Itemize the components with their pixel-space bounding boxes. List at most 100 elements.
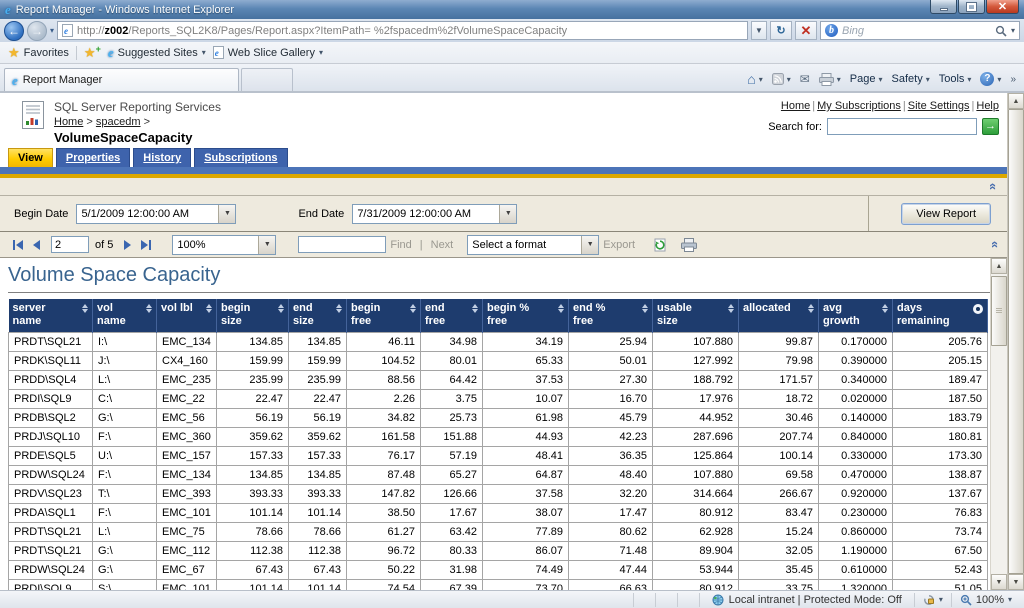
page-menu[interactable]: Page▾	[850, 73, 883, 85]
sort-icon[interactable]	[882, 302, 888, 313]
next-page-button[interactable]	[119, 238, 136, 252]
home-button[interactable]: ⌂▾	[747, 73, 762, 85]
sort-icon[interactable]	[410, 302, 416, 313]
page-scrollbar[interactable]: ▲ ▼	[1007, 93, 1024, 590]
safety-menu[interactable]: Safety▾	[892, 73, 930, 85]
zoom-select[interactable]: 100% ▼	[172, 235, 276, 255]
search-icon[interactable]	[995, 25, 1007, 37]
column-header-end-pct-free[interactable]: end % free	[569, 299, 653, 333]
page-number-input[interactable]	[51, 236, 89, 253]
sort-icon[interactable]	[808, 302, 814, 313]
scrollbar-track[interactable]	[1008, 109, 1024, 574]
search-options-dropdown-icon[interactable]: ▾	[1011, 26, 1015, 35]
back-button[interactable]: ←	[4, 21, 24, 41]
column-header-vol-lbl[interactable]: vol lbl	[157, 299, 217, 333]
add-favorite-button[interactable]: ★+	[84, 45, 101, 61]
scroll-down-icon[interactable]: ▼	[991, 574, 1007, 590]
column-header-begin-free[interactable]: begin free	[347, 299, 421, 333]
tab-properties[interactable]: Properties	[56, 148, 130, 167]
stop-button[interactable]: ✕	[795, 21, 817, 40]
tab-view[interactable]: View	[8, 148, 53, 167]
column-header-begin-pct-free[interactable]: begin % free	[483, 299, 569, 333]
sort-icon[interactable]	[642, 302, 648, 313]
web-slice-gallery-button[interactable]: eWeb Slice Gallery▾	[213, 46, 323, 59]
address-input[interactable]: e http://z002/Reports_SQL2K8/Pages/Repor…	[57, 21, 748, 40]
column-header-end-free[interactable]: end free	[421, 299, 483, 333]
next-link[interactable]: Next	[431, 239, 454, 251]
tab-subscriptions[interactable]: Subscriptions	[194, 148, 287, 167]
protected-mode-button[interactable]: ▾	[915, 593, 952, 607]
browser-tab-report-manager[interactable]: e Report Manager	[4, 68, 239, 91]
read-mail-button[interactable]: ✉	[800, 72, 810, 86]
sort-icon[interactable]	[472, 302, 478, 313]
sort-icon[interactable]	[728, 302, 734, 313]
report-scrollbar[interactable]: ▲ ▼	[990, 258, 1007, 590]
nav-link-my-subscriptions[interactable]: My Subscriptions	[810, 100, 901, 112]
sort-icon[interactable]	[82, 302, 88, 313]
scrollbar-track[interactable]	[991, 274, 1007, 574]
sort-active-icon[interactable]	[973, 304, 983, 314]
column-header-vol-name[interactable]: vol name	[93, 299, 157, 333]
first-page-button[interactable]	[8, 238, 28, 252]
site-search-input[interactable]	[827, 118, 977, 135]
sort-icon[interactable]	[558, 302, 564, 313]
begin-date-select[interactable]: 5/1/2009 12:00:00 AM ▼	[76, 204, 236, 224]
end-date-select[interactable]: 7/31/2009 12:00:00 AM ▼	[352, 204, 517, 224]
breadcrumb-folder-link[interactable]: spacedm	[96, 116, 141, 128]
format-select[interactable]: Select a format ▼	[467, 235, 599, 255]
refresh-button[interactable]: ↻	[770, 21, 792, 40]
title-bar[interactable]: e Report Manager - Windows Internet Expl…	[0, 0, 1024, 19]
scrollbar-thumb[interactable]	[1008, 109, 1024, 574]
sort-icon[interactable]	[206, 302, 212, 313]
suggested-sites-button[interactable]: eSuggested Sites▾	[108, 46, 206, 59]
find-input[interactable]	[298, 236, 386, 253]
tab-history[interactable]: History	[133, 148, 191, 167]
minimize-button[interactable]	[930, 0, 957, 14]
tools-menu[interactable]: Tools▾	[939, 73, 972, 85]
print-report-button[interactable]	[681, 238, 697, 252]
view-report-button[interactable]: View Report	[901, 203, 991, 225]
table-cell: 134.85	[289, 333, 347, 352]
column-header-usable-size[interactable]: usable size	[653, 299, 739, 333]
prev-page-button[interactable]	[28, 238, 45, 252]
column-header-server-name[interactable]: server name	[9, 299, 93, 333]
close-button[interactable]: ✕	[986, 0, 1019, 14]
scrollbar-thumb[interactable]	[991, 276, 1007, 346]
collapse-toolbar-chevron-icon[interactable]: «	[988, 241, 1003, 248]
search-input[interactable]	[842, 25, 991, 37]
collapse-parameters-chevron-icon[interactable]: «	[986, 183, 1001, 190]
refresh-report-button[interactable]	[653, 238, 667, 252]
scroll-up-icon[interactable]: ▲	[991, 258, 1007, 274]
export-link[interactable]: Export	[603, 239, 635, 251]
help-menu[interactable]: ?▾	[980, 72, 1001, 86]
search-go-button[interactable]: →	[982, 118, 999, 135]
last-page-button[interactable]	[136, 238, 156, 252]
forward-button[interactable]: →	[27, 21, 47, 41]
column-header-end-size[interactable]: end size	[289, 299, 347, 333]
find-link[interactable]: Find	[390, 239, 411, 251]
feeds-button[interactable]: ▾	[772, 73, 791, 85]
nav-link-home[interactable]: Home	[781, 100, 810, 112]
overflow-chevron-icon[interactable]: »	[1010, 74, 1016, 85]
column-header-days-remaining[interactable]: days remaining	[893, 299, 988, 333]
table-row: PRDJ\SQL10F:\EMC_360359.62359.62161.5815…	[9, 428, 988, 447]
column-header-allocated[interactable]: allocated	[739, 299, 819, 333]
new-tab-button[interactable]	[241, 68, 293, 91]
zoom-control[interactable]: 100% ▾	[952, 594, 1020, 606]
nav-link-help[interactable]: Help	[970, 100, 999, 112]
breadcrumb-home-link[interactable]: Home	[54, 116, 83, 128]
column-header-avg-growth[interactable]: avg growth	[819, 299, 893, 333]
print-button[interactable]: ▾	[819, 73, 841, 86]
sort-icon[interactable]	[336, 302, 342, 313]
recent-pages-dropdown-icon[interactable]: ▾	[50, 26, 54, 35]
address-dropdown-button[interactable]: ▼	[751, 21, 767, 40]
maximize-button[interactable]	[958, 0, 985, 14]
scroll-up-icon[interactable]: ▲	[1008, 93, 1024, 109]
sort-icon[interactable]	[146, 302, 152, 313]
column-header-begin-size[interactable]: begin size	[217, 299, 289, 333]
nav-link-site-settings[interactable]: Site Settings	[901, 100, 970, 112]
favorites-button[interactable]: ★Favorites	[8, 45, 69, 61]
scroll-down-icon[interactable]: ▼	[1008, 574, 1024, 590]
sort-icon[interactable]	[278, 302, 284, 313]
bing-search-box[interactable]: b ▾	[820, 21, 1020, 40]
